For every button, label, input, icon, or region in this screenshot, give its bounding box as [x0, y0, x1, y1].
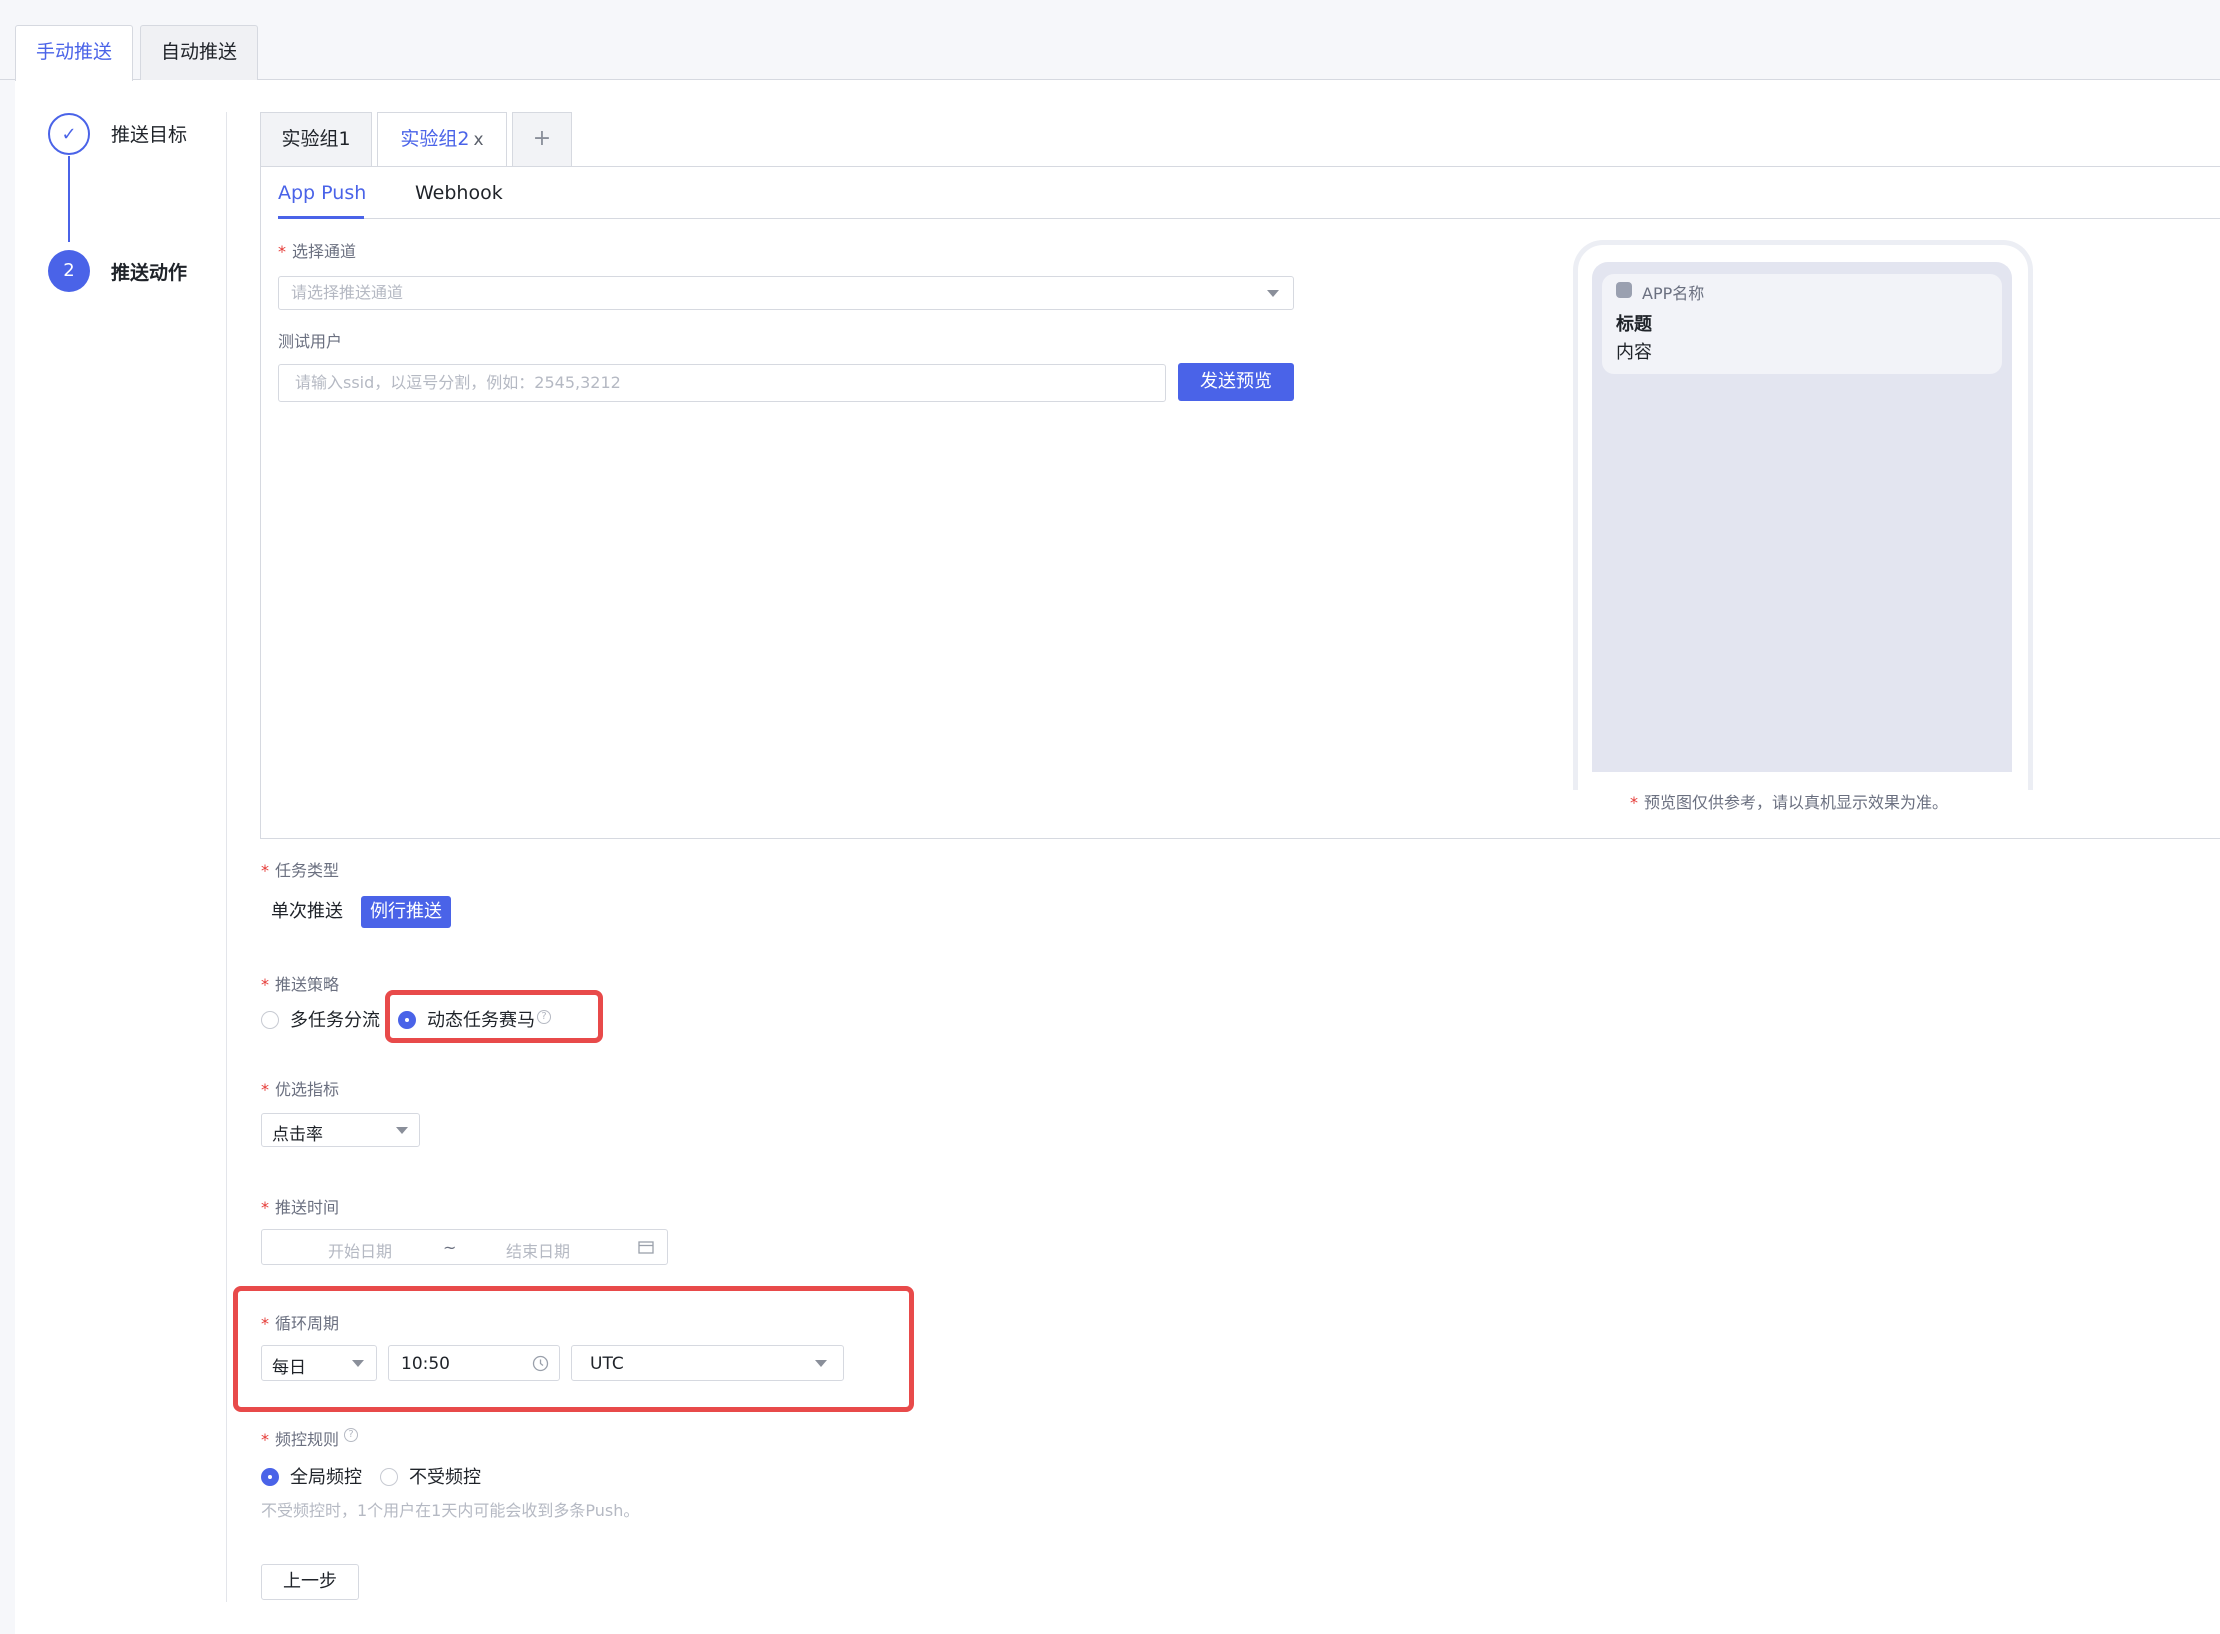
cycle-label-text: 循环周期 [275, 1314, 340, 1333]
cycle-time-picker[interactable]: 10:50 [388, 1345, 560, 1381]
chevron-down-icon [1267, 290, 1279, 297]
required-mark: * [278, 242, 286, 261]
tab-manual-push[interactable]: 手动推送 [15, 25, 133, 81]
step-label-target[interactable]: 推送目标 [111, 120, 187, 147]
required-mark: * [261, 1430, 269, 1449]
strategy-dynamic-label[interactable]: 动态任务赛马 [427, 1006, 535, 1032]
preview-note: * 预览图仅供参考，请以真机显示效果为准。 [1630, 789, 1948, 813]
prev-step-button[interactable]: 上一步 [261, 1564, 359, 1600]
freq-none-radio[interactable] [380, 1468, 398, 1486]
channel-placeholder: 请选择推送通道 [291, 283, 404, 302]
top-tab-divider [0, 79, 2220, 80]
app-icon [1616, 282, 1632, 298]
required-mark: * [261, 1198, 269, 1217]
chevron-down-icon [815, 1360, 827, 1367]
channel-label: * 选择通道 [278, 238, 356, 262]
cycle-period-select[interactable]: 每日 [261, 1345, 377, 1381]
sub-tab-divider [278, 218, 2220, 219]
send-preview-button[interactable]: 发送预览 [1178, 363, 1294, 401]
chevron-down-icon [396, 1127, 408, 1134]
cycle-label: * 循环周期 [261, 1310, 339, 1334]
tab-app-push[interactable]: App Push [278, 182, 366, 204]
task-type-label: * 任务类型 [261, 857, 339, 881]
channel-label-text: 选择通道 [292, 242, 357, 261]
test-user-placeholder: 请输入ssid，以逗号分割，例如：2545,3212 [295, 373, 621, 392]
preview-content: 内容 [1616, 342, 1652, 363]
start-date-placeholder[interactable]: 开始日期 [328, 1238, 392, 1262]
task-type-label-text: 任务类型 [275, 861, 340, 880]
chevron-down-icon [352, 1360, 364, 1367]
close-icon[interactable]: x [474, 130, 484, 150]
test-user-input[interactable]: 请输入ssid，以逗号分割，例如：2545,3212 [278, 364, 1166, 402]
step-current-number: 2 [48, 250, 90, 292]
freq-label: * 频控规则 [261, 1426, 339, 1450]
preview-note-text: 预览图仅供参考，请以真机显示效果为准。 [1644, 793, 1949, 812]
metric-value: 点击率 [272, 1125, 323, 1145]
metric-label: * 优选指标 [261, 1076, 339, 1100]
steps-divider [226, 112, 227, 1602]
strategy-label: * 推送策略 [261, 971, 339, 995]
task-type-single-button[interactable]: 单次推送 [264, 896, 350, 928]
freq-label-text: 频控规则 [275, 1430, 340, 1449]
metric-select[interactable]: 点击率 [261, 1113, 420, 1147]
tab-group-1[interactable]: 实验组1 [260, 112, 372, 166]
cycle-time-value: 10:50 [401, 1354, 450, 1374]
tab-group-2-label: 实验组2 [400, 128, 470, 150]
strategy-dynamic-radio[interactable] [398, 1011, 416, 1029]
cycle-period-value: 每日 [272, 1358, 306, 1378]
strategy-multi-radio[interactable] [261, 1011, 279, 1029]
push-time-range-picker[interactable]: 开始日期 ~ 结束日期 [261, 1229, 668, 1265]
sub-tab-indicator [278, 216, 364, 219]
required-mark: * [261, 1314, 269, 1333]
strategy-label-text: 推送策略 [275, 975, 340, 994]
freq-hint: 不受频控时，1个用户在1天内可能会收到多条Push。 [261, 1501, 640, 1520]
tab-group-2[interactable]: 实验组2 x [377, 112, 507, 167]
required-mark: * [1630, 793, 1638, 812]
cycle-timezone-value: UTC [590, 1354, 624, 1374]
freq-global-label[interactable]: 全局频控 [290, 1463, 362, 1489]
freq-none-label[interactable]: 不受频控 [409, 1463, 481, 1489]
calendar-icon [638, 1241, 654, 1254]
step-done-check-icon: ✓ [48, 113, 90, 155]
end-date-placeholder[interactable]: 结束日期 [506, 1238, 570, 1262]
required-mark: * [261, 861, 269, 880]
date-range-separator: ~ [443, 1238, 457, 1257]
strategy-multi-label[interactable]: 多任务分流 [290, 1006, 380, 1032]
push-time-label: * 推送时间 [261, 1194, 339, 1218]
add-group-button[interactable]: + [512, 112, 572, 166]
channel-select[interactable]: 请选择推送通道 [278, 276, 1294, 310]
metric-label-text: 优选指标 [275, 1080, 340, 1099]
help-icon[interactable]: ? [344, 1428, 358, 1442]
step-label-action[interactable]: 推送动作 [111, 258, 187, 285]
tab-auto-push[interactable]: 自动推送 [140, 25, 258, 80]
cycle-timezone-select[interactable]: UTC [571, 1345, 844, 1381]
clock-icon [532, 1355, 549, 1372]
help-icon[interactable]: ? [537, 1010, 551, 1024]
step-connector [68, 156, 70, 242]
push-time-label-text: 推送时间 [275, 1198, 340, 1217]
preview-app-name: APP名称 [1642, 284, 1705, 303]
freq-global-radio[interactable] [261, 1468, 279, 1486]
required-mark: * [261, 975, 269, 994]
required-mark: * [261, 1080, 269, 1099]
tab-webhook[interactable]: Webhook [415, 182, 503, 204]
preview-title: 标题 [1616, 314, 1652, 335]
task-type-routine-button[interactable]: 例行推送 [361, 896, 451, 928]
test-user-label: 测试用户 [278, 332, 343, 351]
